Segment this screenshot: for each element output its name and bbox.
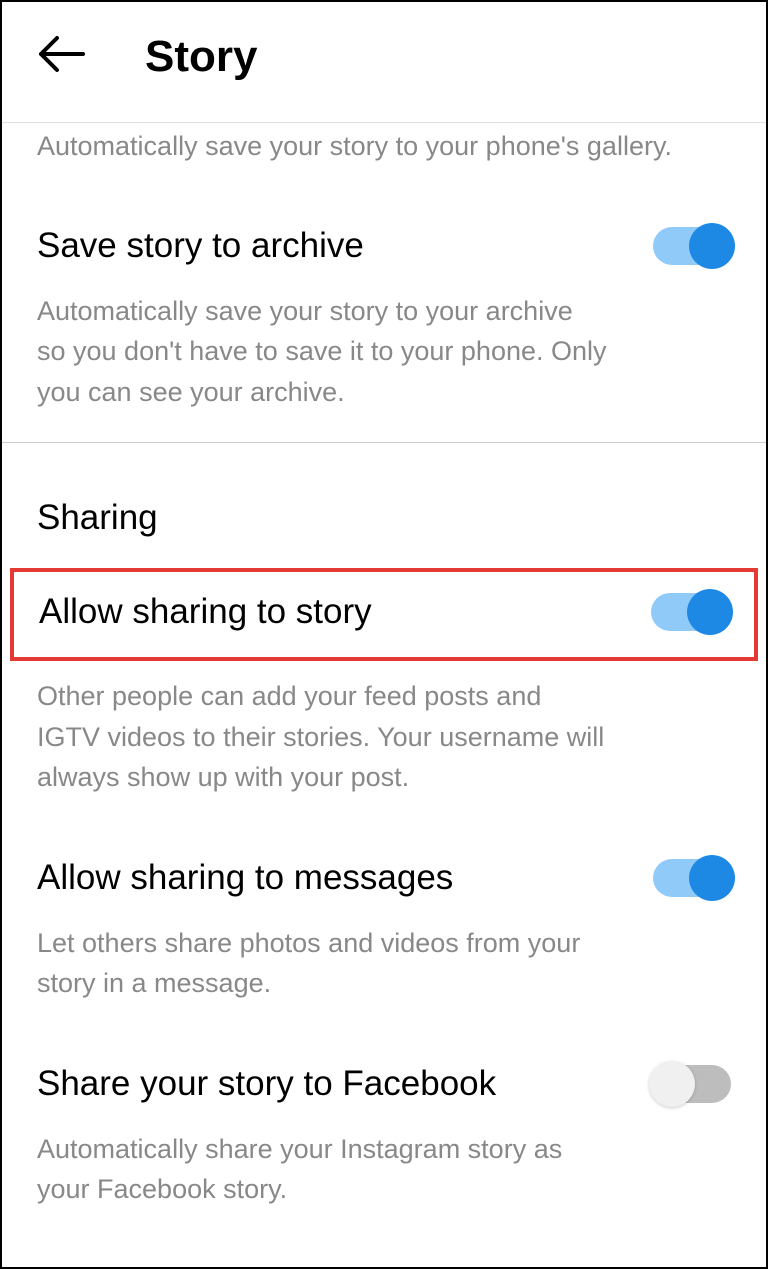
allow-sharing-story-row: Allow sharing to story: [10, 568, 758, 661]
sharing-section-title: Sharing: [2, 443, 766, 558]
save-archive-toggle[interactable]: [653, 227, 731, 265]
allow-sharing-story-label: Allow sharing to story: [39, 592, 372, 632]
page-title: Story: [145, 32, 257, 82]
allow-sharing-messages-label: Allow sharing to messages: [37, 858, 453, 898]
share-facebook-description: Automatically share your Instagram story…: [2, 1114, 642, 1240]
allow-sharing-story-description: Other people can add your feed posts and…: [2, 661, 642, 828]
share-facebook-toggle[interactable]: [653, 1065, 731, 1103]
share-facebook-label: Share your story to Facebook: [37, 1064, 496, 1104]
header: Story: [2, 2, 766, 112]
allow-sharing-story-toggle[interactable]: [651, 593, 729, 631]
save-archive-row: Save story to archive: [2, 196, 766, 276]
back-arrow-icon[interactable]: [37, 34, 85, 81]
save-archive-label: Save story to archive: [37, 226, 364, 266]
allow-sharing-messages-row: Allow sharing to messages: [2, 828, 766, 908]
save-gallery-description: Automatically save your story to your ph…: [2, 123, 766, 196]
share-facebook-row: Share your story to Facebook: [2, 1034, 766, 1114]
allow-sharing-messages-description: Let others share photos and videos from …: [2, 908, 642, 1034]
save-archive-description: Automatically save your story to your ar…: [2, 276, 642, 443]
allow-sharing-messages-toggle[interactable]: [653, 859, 731, 897]
